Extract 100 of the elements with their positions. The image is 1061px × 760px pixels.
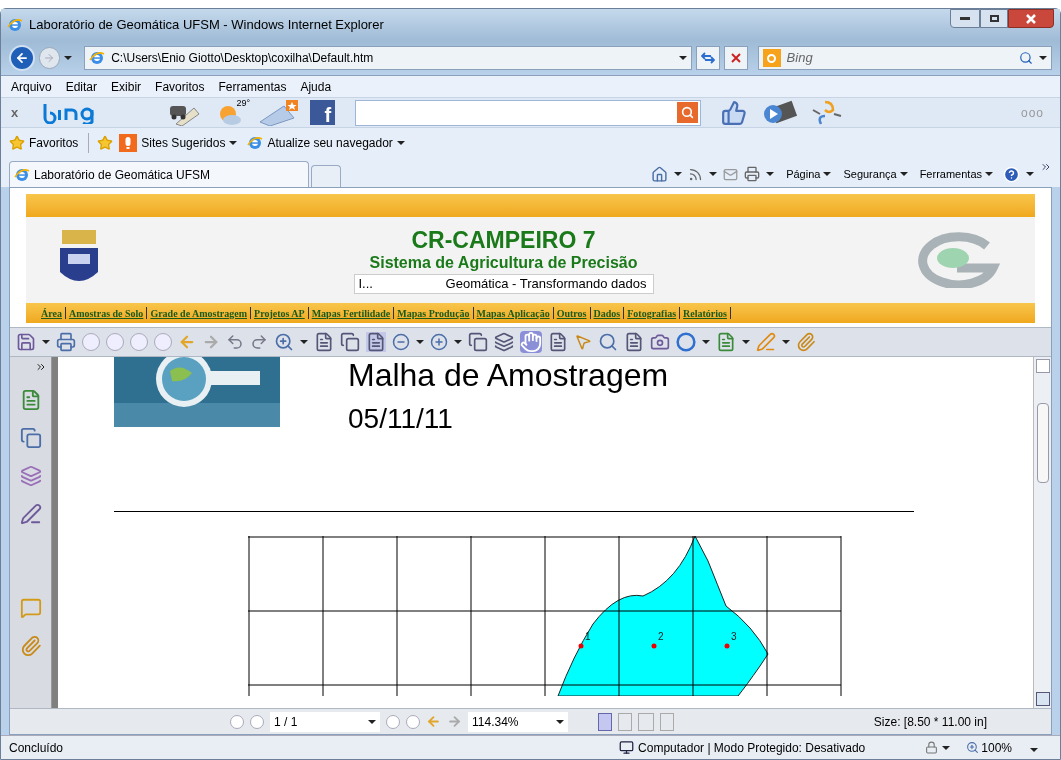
caret-icon[interactable]	[42, 340, 50, 344]
caret-icon[interactable]	[709, 172, 718, 176]
nav-link[interactable]: Mapas Fertilidade	[308, 305, 394, 321]
video-icon[interactable]	[761, 99, 798, 126]
pages-icon[interactable]	[19, 427, 42, 449]
print-icon[interactable]	[56, 332, 76, 352]
caret-icon[interactable]	[985, 172, 993, 176]
menu-item[interactable]: Exibir	[111, 77, 142, 96]
expand-panel-icon[interactable]	[35, 361, 47, 373]
search-field[interactable]: Bing	[757, 46, 1052, 70]
fit-width-icon[interactable]	[366, 332, 386, 352]
maximize-button[interactable]	[980, 9, 1008, 28]
nav-link[interactable]: Área	[38, 305, 65, 321]
back-button[interactable]	[9, 45, 35, 71]
fit-page-icon[interactable]	[340, 332, 360, 352]
page-icon[interactable]	[468, 332, 488, 352]
caret-icon[interactable]	[674, 172, 683, 176]
caret-icon[interactable]	[300, 340, 308, 344]
nav-link[interactable]: Amostras de Solo	[65, 305, 147, 321]
favorites-item[interactable]: Sites Sugeridos	[119, 133, 238, 152]
menu-item[interactable]: Ferramentas	[218, 77, 287, 96]
command-menu[interactable]: Página	[786, 165, 832, 183]
caret-icon[interactable]	[64, 56, 73, 60]
signature-icon[interactable]	[19, 503, 42, 525]
translate-icon[interactable]	[811, 99, 844, 126]
menu-item[interactable]: Editar	[65, 77, 98, 96]
pages-icon[interactable]	[494, 332, 514, 352]
print-icon[interactable]	[744, 166, 761, 182]
thumbs-up-icon[interactable]	[721, 99, 748, 126]
help-icon[interactable]	[1003, 165, 1020, 183]
caret-icon[interactable]	[556, 719, 564, 724]
pointer-icon[interactable]	[574, 333, 592, 351]
caret-icon[interactable]	[782, 340, 790, 344]
scroll-down-button[interactable]	[1035, 692, 1050, 706]
scrollbar[interactable]	[1033, 357, 1051, 708]
nav-link[interactable]: Grade de Amostragem	[147, 305, 251, 321]
zoom-field[interactable]: 114.34%	[468, 711, 568, 732]
redo-icon[interactable]	[250, 333, 268, 351]
favorites-item[interactable]: Atualize seu navegador	[247, 133, 405, 152]
minimize-button[interactable]	[950, 9, 980, 28]
search-icon[interactable]	[677, 102, 699, 123]
feed-icon[interactable]	[688, 166, 704, 182]
highlight-icon[interactable]	[716, 332, 736, 352]
browser-tab[interactable]: Laboratório de Geomática UFSM	[9, 161, 309, 187]
command-menu[interactable]: Ferramentas	[919, 165, 993, 183]
toolbar-search-field[interactable]	[355, 99, 702, 126]
caret-icon[interactable]	[396, 140, 405, 145]
caret-icon[interactable]	[416, 340, 424, 344]
actual-size-icon[interactable]	[314, 332, 334, 352]
caret-icon[interactable]	[899, 172, 908, 176]
zoom-in-icon[interactable]	[274, 332, 294, 352]
nav-link[interactable]: Fotografias	[624, 305, 680, 321]
zoom-in-icon[interactable]	[430, 333, 448, 351]
caret-icon[interactable]	[942, 745, 951, 750]
text-select-icon[interactable]	[548, 332, 568, 352]
search-icon[interactable]	[1019, 51, 1033, 65]
circle-icon[interactable]	[676, 332, 696, 352]
zoom-button[interactable]: 100%	[966, 738, 1012, 757]
caret-icon[interactable]	[679, 56, 688, 60]
nav-link[interactable]: Dados	[590, 305, 624, 321]
nav-link[interactable]: Relatórios	[680, 305, 730, 321]
stop-button[interactable]	[724, 46, 748, 70]
close-toolbar-button[interactable]: x	[11, 102, 19, 123]
caret-icon[interactable]	[1026, 172, 1034, 176]
home-icon[interactable]	[651, 165, 669, 183]
command-menu[interactable]: Segurança	[843, 165, 908, 183]
scroll-thumb[interactable]	[1036, 403, 1049, 483]
menu-item[interactable]: Favoritos	[155, 77, 205, 96]
refresh-button[interactable]	[696, 46, 720, 70]
facebook-icon[interactable]: f	[310, 100, 336, 125]
address-field[interactable]: C:\Users\Enio Giotto\Desktop\coxilha\Default.htm	[84, 46, 693, 70]
mail-icon[interactable]	[723, 166, 739, 182]
menu-item[interactable]: Ajuda	[300, 77, 332, 96]
hand-tool-icon[interactable]	[520, 331, 542, 353]
overflow-icon[interactable]	[1040, 161, 1052, 173]
nav-link[interactable]: Mapas Produção	[394, 305, 473, 321]
caret-icon[interactable]	[368, 719, 376, 724]
page-field[interactable]: 1 / 1	[270, 711, 380, 732]
text-box-icon[interactable]	[624, 332, 644, 352]
favorites-item[interactable]: Favoritos	[9, 133, 79, 152]
nav-link[interactable]: Outros	[553, 305, 590, 321]
caret-icon[interactable]	[823, 172, 832, 176]
caret-icon[interactable]	[1039, 56, 1047, 60]
nav-link[interactable]: Mapas Aplicação	[473, 305, 553, 321]
close-button[interactable]	[1008, 9, 1054, 28]
caret-icon[interactable]	[454, 340, 462, 344]
undo-icon[interactable]	[226, 333, 244, 351]
caret-icon[interactable]	[1030, 747, 1038, 752]
camera-icon[interactable]	[650, 332, 670, 352]
single-page-icon[interactable]	[598, 712, 612, 731]
attachment-icon[interactable]	[796, 332, 816, 352]
nav-link[interactable]: Projetos AP	[251, 305, 308, 321]
caret-icon[interactable]	[702, 340, 710, 344]
zoom-out-icon[interactable]	[392, 333, 410, 351]
caret-icon[interactable]	[742, 340, 750, 344]
scroll-up-button[interactable]	[1035, 359, 1050, 373]
menu-item[interactable]: Arquivo	[11, 77, 52, 96]
layers-icon[interactable]	[19, 465, 42, 487]
caret-icon[interactable]	[766, 172, 775, 176]
caret-icon[interactable]	[229, 140, 238, 145]
